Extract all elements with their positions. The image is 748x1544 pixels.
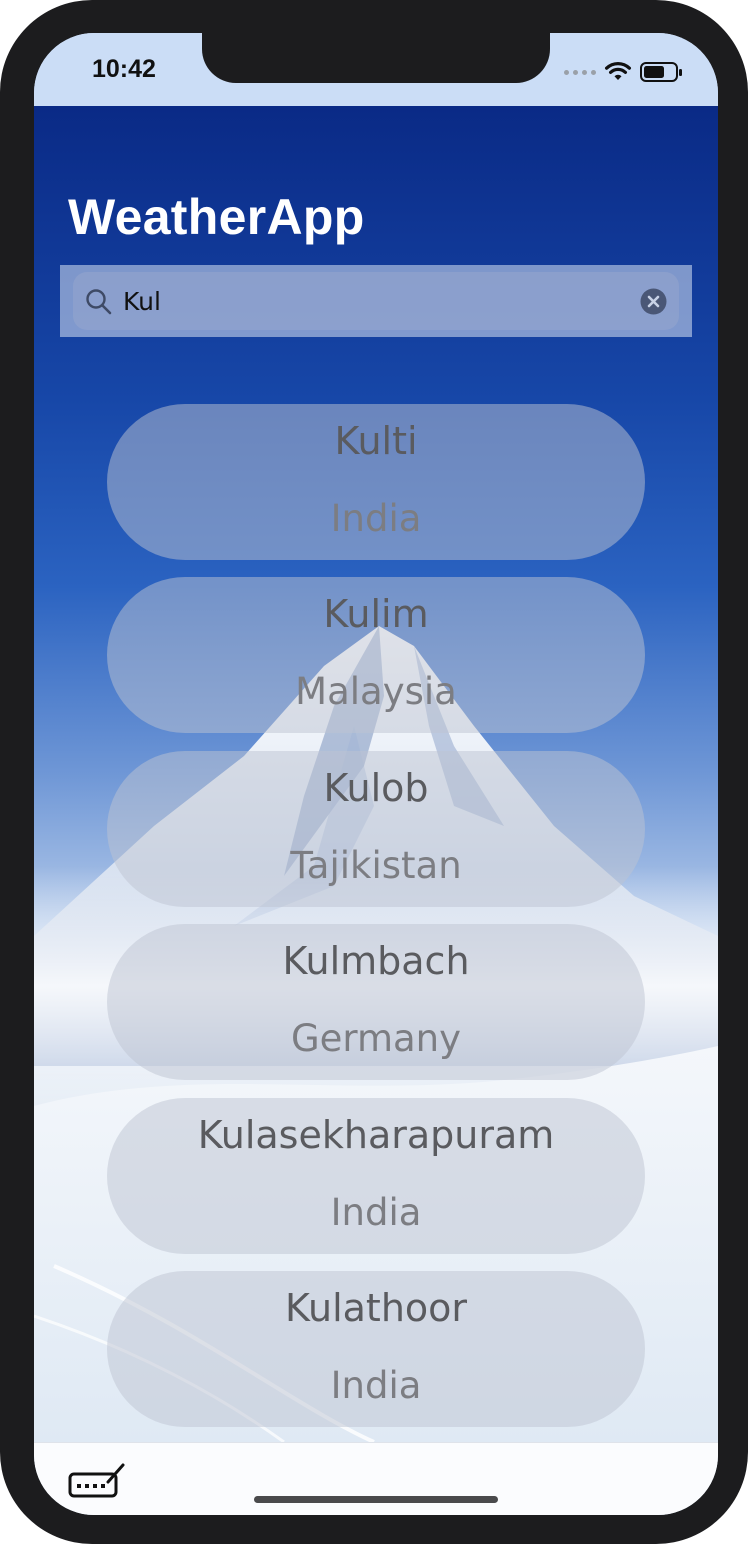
search-icon xyxy=(86,289,112,315)
result-card[interactable]: Kulim Malaysia xyxy=(107,577,645,733)
result-country: India xyxy=(330,497,422,540)
result-card[interactable]: Kulob Tajikistan xyxy=(107,751,645,907)
screen: 10:42 WeatherApp Kul Kulti India Kulim M… xyxy=(34,33,718,1515)
result-city: Kulathoor xyxy=(284,1286,468,1330)
bottom-toolbar xyxy=(34,1442,718,1515)
result-country: Tajikistan xyxy=(290,844,462,887)
result-city: Kulti xyxy=(334,419,418,463)
device-notch xyxy=(202,33,550,83)
result-country: India xyxy=(330,1364,422,1407)
result-city: Kulasekharapuram xyxy=(197,1113,555,1157)
result-country: Germany xyxy=(290,1017,462,1060)
result-card[interactable]: Kulathoor India xyxy=(107,1271,645,1427)
page-title: WeatherApp xyxy=(68,189,365,245)
wifi-icon xyxy=(605,61,631,80)
search-field-container[interactable] xyxy=(73,272,679,330)
search-input[interactable] xyxy=(123,282,623,320)
result-card[interactable]: Kulasekharapuram India xyxy=(107,1098,645,1254)
result-city: Kulmbach xyxy=(282,939,470,983)
search-bar xyxy=(60,265,692,337)
result-country: Malaysia xyxy=(295,670,457,713)
result-card[interactable]: Kulti India xyxy=(107,404,645,560)
home-indicator xyxy=(254,1496,498,1503)
status-time: 10:42 xyxy=(92,55,156,83)
device-frame: 10:42 WeatherApp Kul Kulti India Kulim M… xyxy=(0,0,748,1544)
signal-icon xyxy=(564,69,596,75)
status-icons xyxy=(564,61,684,83)
result-city: Kulim xyxy=(323,592,429,636)
main-content: WeatherApp Kulti India xyxy=(34,106,718,1442)
clear-search-icon[interactable] xyxy=(640,288,667,315)
result-card[interactable]: Kulmbach Germany xyxy=(107,924,645,1080)
result-city: Kulob xyxy=(323,766,429,810)
result-country: India xyxy=(330,1191,422,1234)
keyboard-icon[interactable] xyxy=(68,1460,126,1500)
battery-icon xyxy=(640,62,682,82)
